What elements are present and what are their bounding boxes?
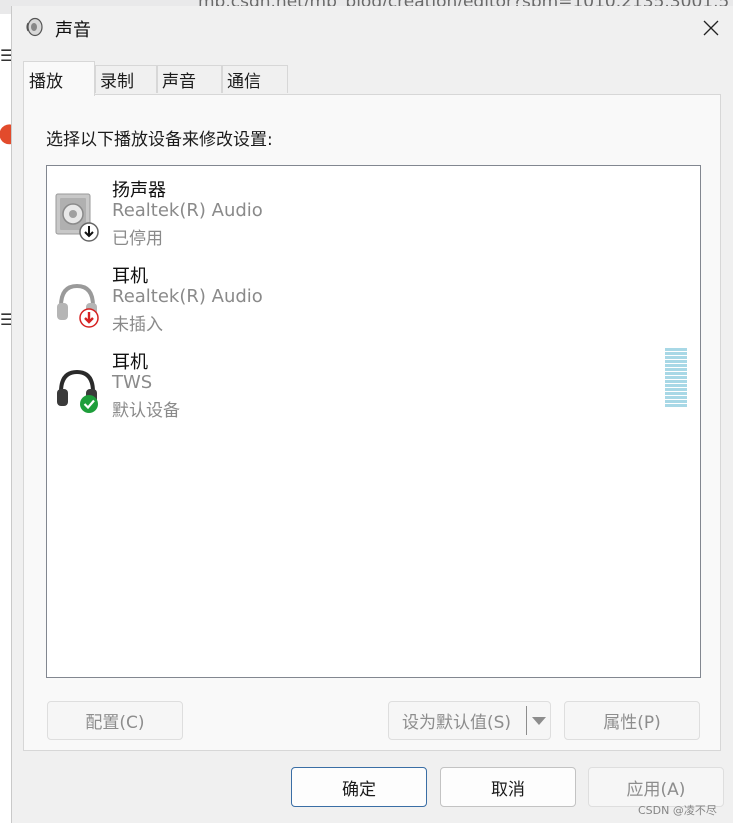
headphones-icon	[53, 276, 103, 328]
device-status: 默认设备	[112, 401, 180, 421]
device-status: 已停用	[112, 229, 163, 249]
set-default-label: 设为默认值(S)	[402, 713, 512, 733]
playback-panel: 选择以下播放设备来修改设置: 扬声器 Realtek(R) Audio 已停用 …	[23, 94, 721, 751]
tab-communications[interactable]: 通信	[222, 65, 288, 93]
chevron-down-icon[interactable]	[532, 717, 546, 725]
speaker-icon	[53, 190, 103, 242]
window-title: 声音	[55, 20, 91, 41]
apply-button[interactable]: 应用(A)	[588, 767, 724, 807]
default-check-badge	[80, 395, 98, 413]
device-status: 未插入	[112, 315, 163, 335]
watermark: CSDN @凌不尽	[638, 804, 717, 817]
set-default-button[interactable]: 设为默认值(S)	[388, 701, 551, 740]
device-list[interactable]: 扬声器 Realtek(R) Audio 已停用 耳机 Realtek(R) A…	[46, 165, 701, 678]
device-item-speaker[interactable]: 扬声器 Realtek(R) Audio 已停用	[53, 176, 653, 260]
close-icon	[703, 20, 719, 36]
instruction-text: 选择以下播放设备来修改设置:	[46, 130, 273, 150]
device-description: Realtek(R) Audio	[112, 200, 263, 221]
device-name: 耳机	[112, 266, 148, 287]
ok-button[interactable]: 确定	[291, 767, 427, 807]
volume-level-meter	[665, 348, 687, 408]
tab-recording[interactable]: 录制	[95, 65, 157, 93]
device-name: 扬声器	[112, 180, 166, 201]
device-item-headphones-realtek[interactable]: 耳机 Realtek(R) Audio 未插入	[53, 262, 653, 346]
cancel-button[interactable]: 取消	[440, 767, 576, 807]
headphones-icon	[53, 362, 103, 414]
tab-playback[interactable]: 播放	[23, 61, 95, 96]
device-description: Realtek(R) Audio	[112, 286, 263, 307]
close-button[interactable]	[688, 6, 733, 50]
split-divider	[526, 706, 527, 735]
device-item-headphones-tws[interactable]: 耳机 TWS 默认设备	[53, 348, 653, 432]
speaker-app-icon	[25, 17, 45, 37]
device-description: TWS	[112, 372, 153, 393]
device-name: 耳机	[112, 352, 148, 373]
properties-button[interactable]: 属性(P)	[564, 701, 700, 740]
sound-dialog: 声音 播放 录制 声音 通信 选择以下播放设备来修改设置: 扬声器 Realte…	[11, 6, 733, 823]
configure-button[interactable]: 配置(C)	[47, 701, 183, 740]
title-bar[interactable]: 声音	[12, 6, 733, 50]
tab-sounds[interactable]: 声音	[157, 65, 222, 93]
